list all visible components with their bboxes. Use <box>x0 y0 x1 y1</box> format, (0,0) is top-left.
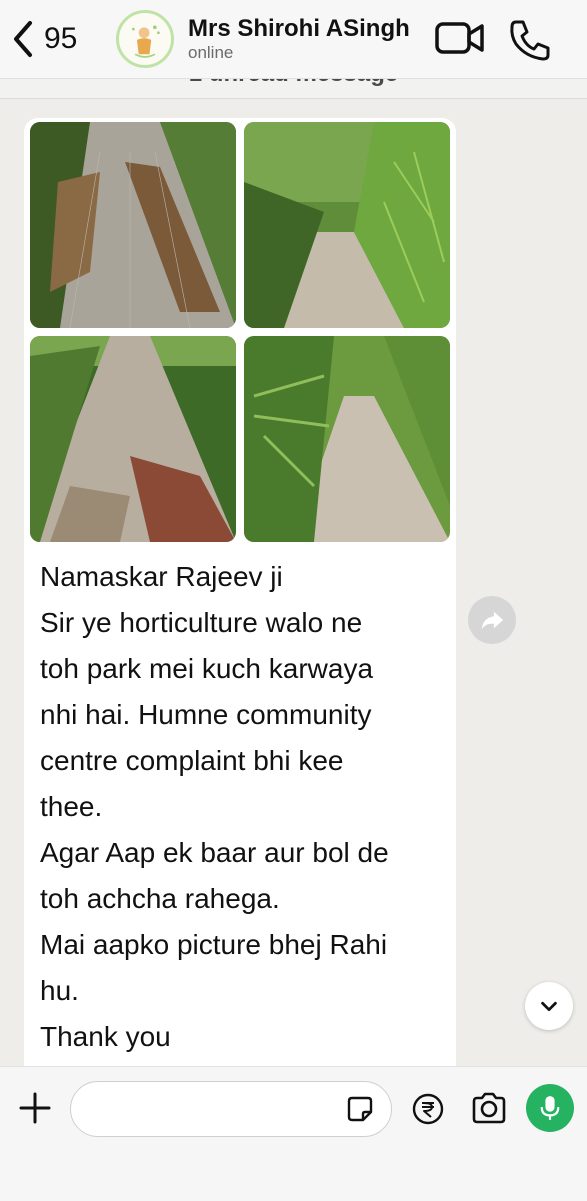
photo-3[interactable] <box>30 336 236 542</box>
sticker-icon <box>347 1096 373 1122</box>
message-bubble[interactable]: Namaskar Rajeev ji Sir ye horticulture w… <box>24 118 456 1066</box>
chevron-left-icon <box>14 21 32 57</box>
message-input[interactable] <box>70 1081 392 1137</box>
forward-button[interactable] <box>468 596 516 644</box>
scroll-to-bottom-button[interactable] <box>525 982 573 1030</box>
contact-status: online <box>188 43 234 62</box>
voice-call-button[interactable] <box>506 16 554 64</box>
rupee-icon <box>412 1093 444 1125</box>
chevron-down-icon <box>541 1001 557 1012</box>
forward-arrow-icon <box>481 611 504 630</box>
voice-message-button[interactable] <box>526 1084 574 1132</box>
message-text: Namaskar Rajeev ji Sir ye horticulture w… <box>40 554 450 1060</box>
contact-info[interactable]: Mrs Shirohi ASingh online <box>188 14 410 62</box>
photo-4[interactable] <box>244 336 450 542</box>
path-photo-image <box>30 122 236 328</box>
contact-name: Mrs Shirohi ASingh <box>188 15 410 42</box>
back-button[interactable]: 95 <box>8 14 77 64</box>
camera-icon <box>472 1092 506 1124</box>
photo-2[interactable] <box>244 122 450 328</box>
message-line: Thank you <box>40 1021 171 1052</box>
message-line: nhi hai. Humne community <box>40 699 372 730</box>
message-line: hu. <box>40 975 79 1006</box>
video-camera-icon <box>435 22 484 54</box>
message-line: centre complaint bhi kee <box>40 745 344 776</box>
composer-bar <box>0 1066 587 1201</box>
payment-button[interactable] <box>412 1093 444 1125</box>
microphone-icon <box>540 1096 560 1120</box>
phone-icon <box>510 20 550 61</box>
avatar[interactable] <box>116 10 174 68</box>
plus-icon <box>19 1092 51 1124</box>
message-line: toh park mei kuch karwaya <box>40 653 374 684</box>
path-photo-image <box>30 336 236 542</box>
message-line: toh achcha rahega. <box>40 883 280 914</box>
photo-1[interactable] <box>30 122 236 328</box>
camera-button[interactable] <box>470 1091 508 1125</box>
video-call-button[interactable] <box>434 16 486 60</box>
message-line: thee. <box>40 791 103 822</box>
attach-button[interactable] <box>16 1089 54 1127</box>
chat-header: 95 Mrs Shirohi ASingh online <box>0 0 587 79</box>
path-photo-image <box>244 336 450 542</box>
unread-chats-count: 95 <box>44 22 78 55</box>
sticker-button[interactable] <box>346 1095 374 1123</box>
message-line: Namaskar Rajeev ji <box>40 561 283 592</box>
path-photo-image <box>244 122 450 328</box>
message-line: Mai aapko picture bhej Rahi <box>40 929 388 960</box>
message-line: Sir ye horticulture walo ne <box>40 607 363 638</box>
avatar-image <box>119 13 171 65</box>
message-line: Agar Aap ek baar aur bol de <box>40 837 389 868</box>
